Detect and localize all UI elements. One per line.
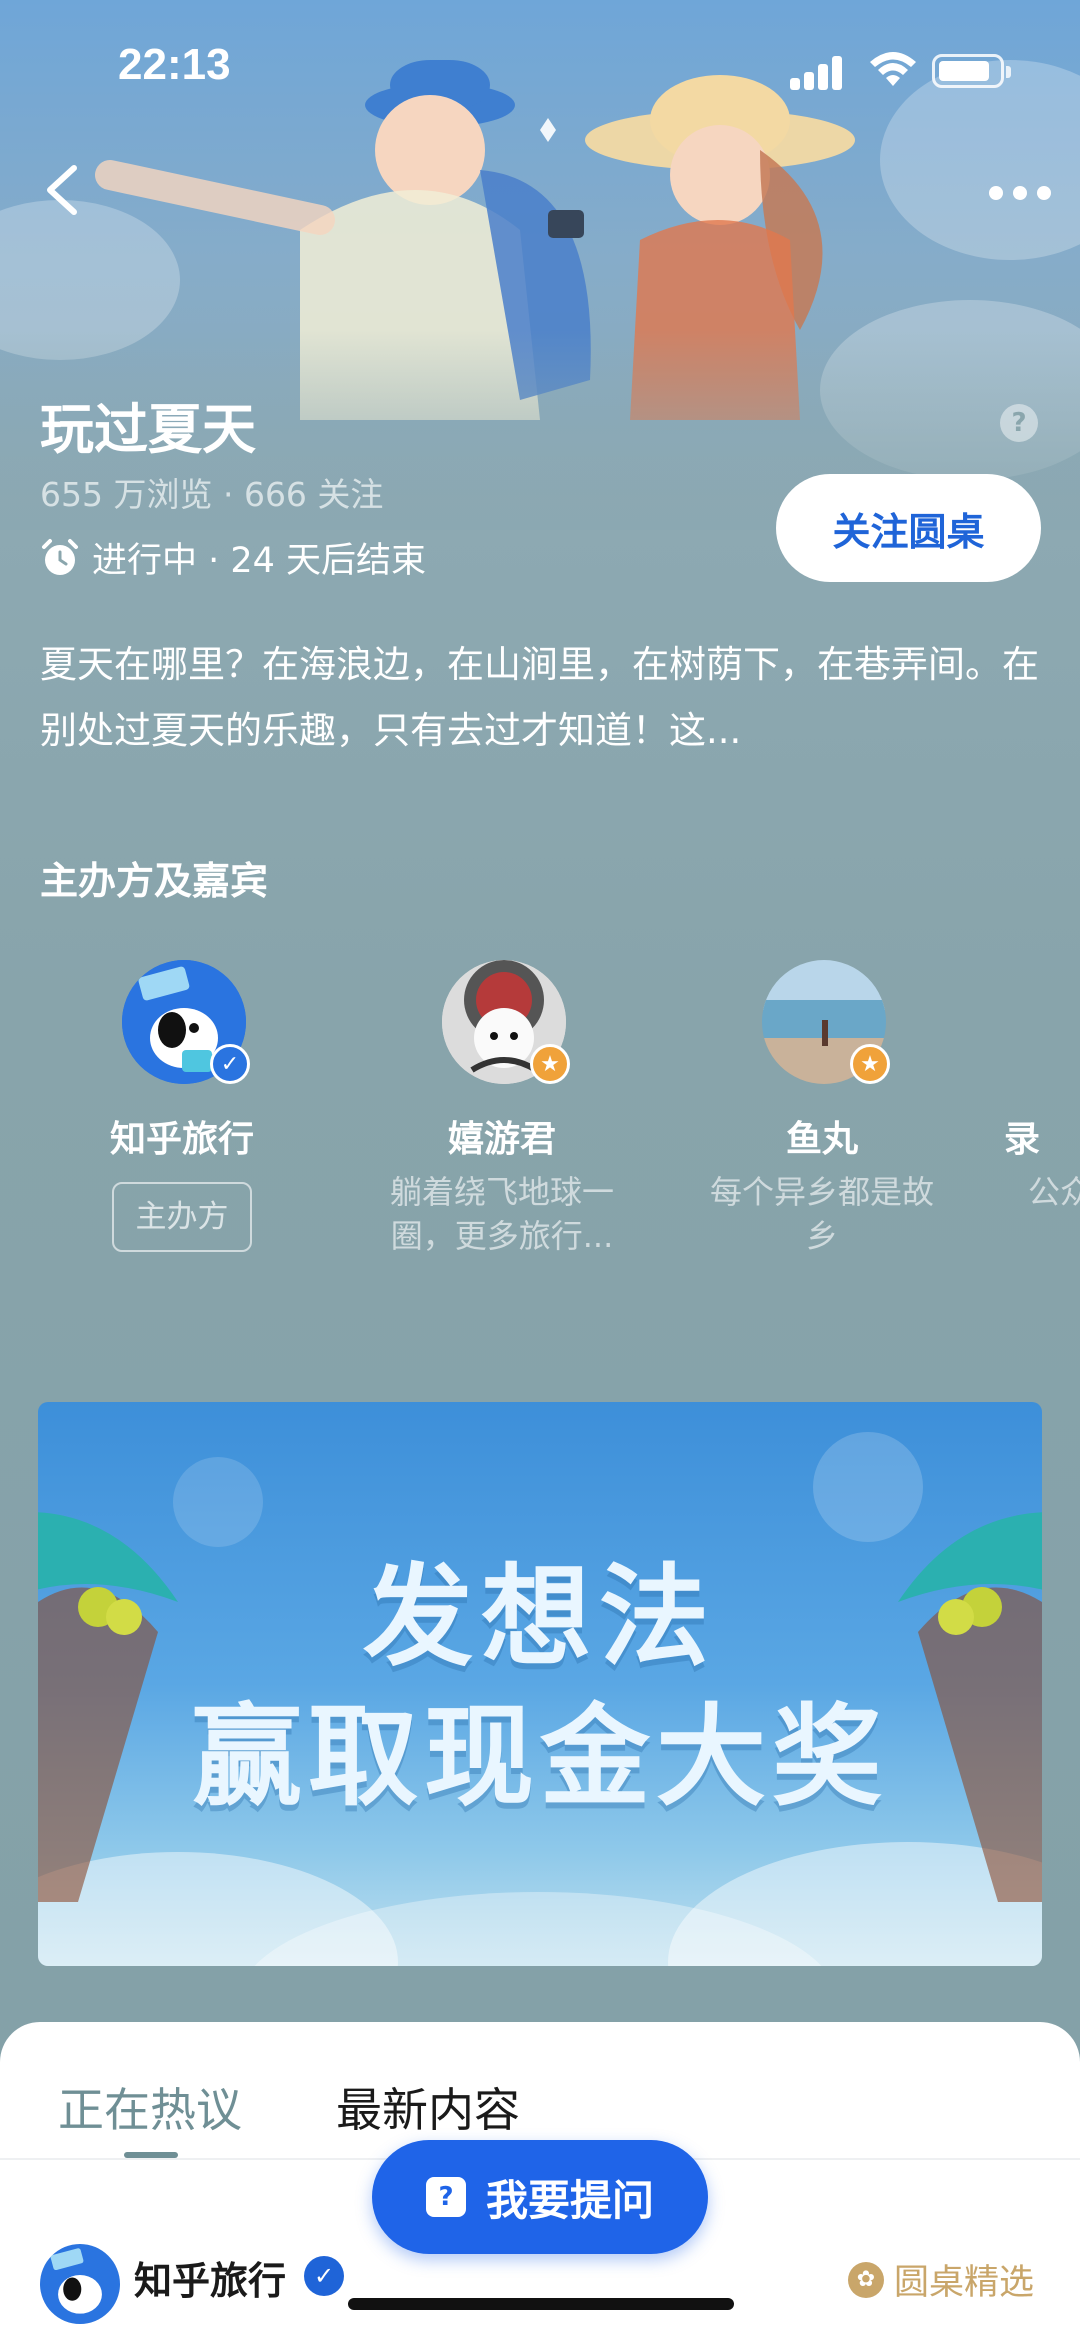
- promo-banner[interactable]: 发想法 赢取现金大奖: [38, 1402, 1042, 1966]
- author-name[interactable]: 知乎旅行: [134, 2250, 286, 2305]
- tab-latest-content[interactable]: 最新内容: [336, 2074, 520, 2140]
- help-icon[interactable]: ?: [1000, 404, 1038, 442]
- verified-icon: ✓: [210, 1044, 250, 1084]
- guest-name: 知乎旅行: [109, 1119, 254, 1160]
- guests-list: ✓ 知乎旅行 主办方 ★ 嬉游君 躺着绕飞地球一圈，更多旅行... ★ 鱼丸 每…: [0, 960, 1080, 1260]
- wifi-icon: [870, 52, 916, 86]
- roundtable-description[interactable]: 夏天在哪里？在海浪边，在山涧里，在树荫下，在巷弄间。在别处过夏天的乐趣，只有去过…: [40, 632, 1040, 764]
- follow-roundtable-button[interactable]: 关注圆桌: [776, 474, 1041, 582]
- guest-description: 躺着绕飞地球一圈，更多旅行...: [389, 1173, 614, 1255]
- roundtable-icon: ✿: [848, 2261, 884, 2298]
- star-icon: ★: [850, 1044, 890, 1084]
- status-time: 22:13: [118, 40, 231, 89]
- banner-headline: 发想法: [363, 1553, 717, 1681]
- back-arrow-icon[interactable]: [36, 160, 96, 220]
- guest-name: 录: [1003, 1119, 1040, 1160]
- status-bar: 22:13: [0, 0, 1080, 140]
- ask-question-label: 我要提问: [485, 2175, 654, 2225]
- page: 22:13 玩过夏天 ? 655 万浏览 · 666 关注 进行中 · 24 天…: [0, 0, 1080, 2337]
- verified-icon: ✓: [304, 2256, 344, 2296]
- question-icon: ?: [425, 2177, 466, 2217]
- guest-description: 公众里: [1028, 1173, 1080, 1211]
- featured-tag: ✿ 圆桌精选: [848, 2254, 1034, 2305]
- page-title: 玩过夏天: [40, 398, 256, 461]
- view-follow-stats: 655 万浏览 · 666 关注: [40, 475, 384, 514]
- event-status: 进行中 · 24 天后结束: [40, 532, 426, 583]
- ask-question-button[interactable]: ? 我要提问: [372, 2140, 708, 2254]
- guest-description: 每个异乡都是故乡: [709, 1173, 934, 1255]
- alarm-clock-icon: [42, 538, 78, 575]
- host-tag: 主办方: [112, 1182, 252, 1252]
- featured-tag-label: 圆桌精选: [894, 2263, 1035, 2303]
- more-options-icon[interactable]: [985, 172, 1055, 212]
- home-indicator[interactable]: [348, 2298, 734, 2310]
- cellular-signal-icon: [790, 54, 846, 90]
- guest-name: 嬉游君: [447, 1119, 556, 1160]
- battery-icon: [932, 54, 1011, 88]
- avatar[interactable]: [40, 2244, 120, 2324]
- star-icon: ★: [530, 1044, 570, 1084]
- event-status-text: 进行中 · 24 天后结束: [92, 541, 427, 581]
- banner-subheadline: 赢取现金大奖: [192, 1693, 888, 1821]
- guests-section-title: 主办方及嘉宾: [40, 859, 269, 903]
- tab-hot-discussion[interactable]: 正在热议: [58, 2074, 242, 2140]
